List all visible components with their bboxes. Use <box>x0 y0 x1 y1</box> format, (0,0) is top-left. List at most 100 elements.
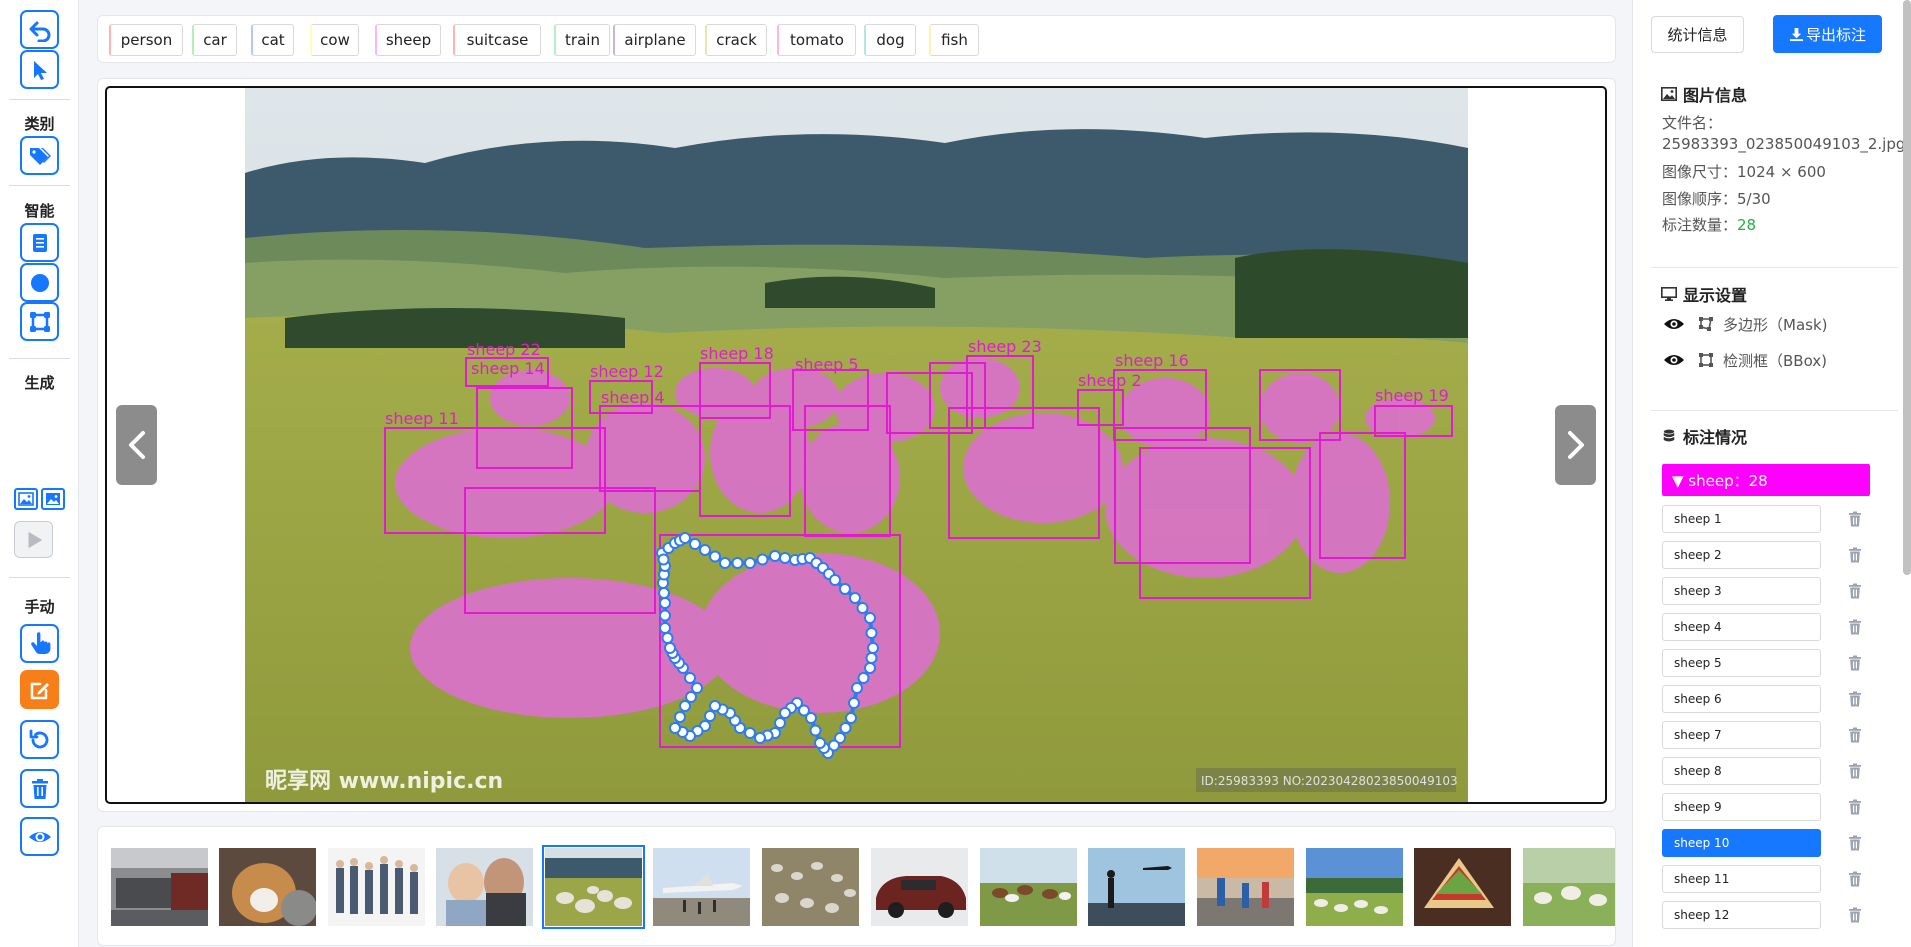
generate-play-button[interactable] <box>14 521 53 558</box>
polygon-vertex-handle[interactable] <box>848 697 860 709</box>
annotation-canvas[interactable]: sheep 22 sheep 14 sheep 12 sheep 4 sheep… <box>105 86 1607 804</box>
polygon-vertex-handle[interactable] <box>731 557 744 569</box>
category-tags-button[interactable] <box>20 136 59 175</box>
polygon-vertex-handle[interactable] <box>849 592 861 604</box>
category-tag-dog[interactable]: dog <box>864 24 916 56</box>
manual-reset-button[interactable] <box>20 720 59 759</box>
annotation-image[interactable]: sheep 22 sheep 14 sheep 12 sheep 4 sheep… <box>245 88 1468 804</box>
category-tag-train[interactable]: train <box>554 24 610 56</box>
polygon-vertex-handle[interactable] <box>814 737 826 749</box>
polygon-vertex-handle[interactable] <box>685 691 697 703</box>
annotation-group-sheep[interactable]: ▼ sheep：28 <box>1662 464 1870 496</box>
thumbnail-airport-silhouette[interactable] <box>1088 848 1185 926</box>
polygon-vertex-handle[interactable] <box>689 538 701 550</box>
thumbnail-sheep-flock[interactable] <box>762 848 859 926</box>
annotation-item[interactable]: sheep 12 <box>1662 901 1821 929</box>
polygon-vertex-handle[interactable] <box>684 672 696 684</box>
polygon-vertex-handle[interactable] <box>856 602 869 614</box>
thumbnail-red-car[interactable] <box>871 848 968 926</box>
category-tag-person[interactable]: person <box>109 24 183 56</box>
thumbnail-sheep-hill[interactable] <box>1306 848 1403 926</box>
annotation-item[interactable]: sheep 1 <box>1662 505 1821 533</box>
polygon-vertex-handle[interactable] <box>865 627 878 639</box>
annotation-item[interactable]: sheep 11 <box>1662 865 1821 893</box>
thumbnail-airport-plane[interactable] <box>653 848 750 926</box>
polygon-vertex-handle[interactable] <box>754 732 766 744</box>
trash-icon[interactable] <box>1848 511 1862 527</box>
polygon-vertex-handle[interactable] <box>865 652 878 664</box>
generate-image-button[interactable] <box>14 488 38 510</box>
polygon-vertex-handle[interactable] <box>829 574 841 586</box>
polygon-vertex-handle[interactable] <box>857 672 870 684</box>
trash-icon[interactable] <box>1848 907 1862 923</box>
polygon-vertex-handle[interactable] <box>674 711 686 723</box>
undo-button[interactable] <box>20 10 59 49</box>
polygon-vertex-handle[interactable] <box>691 682 703 694</box>
smart-point-button[interactable] <box>20 263 59 302</box>
polygon-vertex-handle[interactable] <box>774 717 786 729</box>
thumbnail-sheep-field[interactable] <box>542 845 645 929</box>
polygon-vertex-handle[interactable] <box>839 583 851 595</box>
thumbnail-people-group[interactable] <box>328 848 425 926</box>
trash-icon[interactable] <box>1848 835 1862 851</box>
annotation-item[interactable]: sheep 6 <box>1662 685 1821 713</box>
polygon-vertex-handle[interactable] <box>658 587 670 599</box>
polygon-vertex-handle[interactable] <box>657 553 670 566</box>
category-tag-fish[interactable]: fish <box>929 24 979 56</box>
manual-delete-button[interactable] <box>20 769 59 808</box>
eye-icon[interactable] <box>1663 352 1685 368</box>
polygon-vertex-handle[interactable] <box>845 712 857 724</box>
polygon-vertex-handle[interactable] <box>864 612 876 624</box>
manual-hand-button[interactable] <box>20 624 59 663</box>
toggle-bbox[interactable]: 检测框（BBox) <box>1663 349 1827 371</box>
polygon-vertex-handle[interactable] <box>659 622 671 634</box>
polygon-vertex-handle[interactable] <box>744 727 756 739</box>
category-tag-crack[interactable]: crack <box>705 24 767 56</box>
scrollbar-thumb[interactable] <box>1903 0 1911 575</box>
category-tag-cow[interactable]: cow <box>310 24 359 56</box>
annotation-item[interactable]: sheep 10 <box>1662 829 1821 857</box>
polygon-vertex-handle[interactable] <box>659 609 671 622</box>
polygon-vertex-handle[interactable] <box>661 632 674 644</box>
next-image-button[interactable] <box>1555 405 1596 485</box>
thumbnail-dog-cat[interactable] <box>219 848 316 926</box>
polygon-vertex-handle[interactable] <box>709 700 721 712</box>
category-tag-airplane[interactable]: airplane <box>613 24 696 56</box>
polygon-vertex-handle[interactable] <box>679 700 691 712</box>
polygon-vertex-handle[interactable] <box>664 642 676 654</box>
polygon-vertex-handle[interactable] <box>709 550 721 563</box>
trash-icon[interactable] <box>1848 727 1862 743</box>
annotation-item[interactable]: sheep 4 <box>1662 613 1821 641</box>
statistics-button[interactable]: 统计信息 <box>1651 16 1744 53</box>
category-tag-car[interactable]: car <box>192 24 237 56</box>
polygon-vertex-handle[interactable] <box>769 550 781 562</box>
annotation-item[interactable]: sheep 9 <box>1662 793 1821 821</box>
polygon-vertex-handle[interactable] <box>809 724 822 737</box>
polygon-vertex-handle[interactable] <box>864 662 876 674</box>
annotation-item[interactable]: sheep 5 <box>1662 649 1821 677</box>
export-annotations-button[interactable]: 导出标注 <box>1773 15 1882 53</box>
trash-icon[interactable] <box>1848 763 1862 779</box>
manual-edit-button[interactable] <box>20 670 59 709</box>
trash-icon[interactable] <box>1848 547 1862 563</box>
polygon-vertex-handle[interactable] <box>779 552 791 564</box>
thumbnail-man-baby[interactable] <box>436 848 533 926</box>
thumbnail-cows-pasture[interactable] <box>980 848 1077 926</box>
select-pointer-button[interactable] <box>20 50 59 89</box>
polygon-vertex-handle[interactable] <box>699 544 711 556</box>
thumbnail-sandwich[interactable] <box>1414 848 1511 926</box>
toggle-polygon-mask[interactable]: 多边形（Mask) <box>1663 313 1828 335</box>
category-tag-cat[interactable]: cat <box>251 24 294 56</box>
polygon-vertex-handle[interactable] <box>779 707 791 719</box>
generate-gallery-button[interactable] <box>41 488 65 510</box>
trash-icon[interactable] <box>1848 799 1862 815</box>
polygon-vertex-handle[interactable] <box>851 682 863 694</box>
trash-icon[interactable] <box>1848 619 1862 635</box>
annotation-item[interactable]: sheep 2 <box>1662 541 1821 569</box>
category-tag-tomato[interactable]: tomato <box>777 24 856 56</box>
smart-book-button[interactable] <box>20 223 59 262</box>
thumbnail-sheep-grass[interactable] <box>1523 848 1615 926</box>
smart-box-button[interactable] <box>20 302 59 341</box>
eye-icon[interactable] <box>1663 316 1685 332</box>
category-tag-sheep[interactable]: sheep <box>375 24 441 56</box>
